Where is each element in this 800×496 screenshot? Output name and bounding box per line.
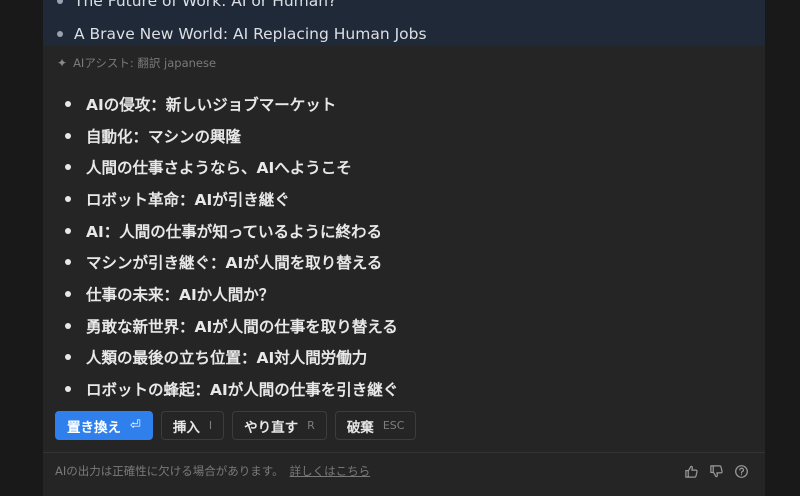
action-buttons: 置き換え ⏎ 挿入 I やり直す R 破棄 ESC (55, 411, 417, 440)
ai-assist-header: ✦ AIアシスト: 翻訳 japanese (57, 54, 216, 72)
document-bullet[interactable]: The Future of Work: AI or Human? (57, 0, 336, 14)
bullet-dot (65, 386, 71, 393)
bullet-dot (65, 132, 71, 139)
bullet-dot (65, 322, 71, 329)
result-item: 自動化：マシンの興隆 (65, 120, 398, 152)
ai-assist-title: AIアシスト: 翻訳 japanese (73, 56, 217, 70)
bullet-dot (65, 227, 71, 234)
result-text: AIの侵攻：新しいジョブマーケット (86, 95, 337, 114)
result-item: マシンが引き継ぐ：AIが人間を取り替える (65, 246, 398, 278)
document-bullet-text: A Brave New World: AI Replacing Human Jo… (74, 25, 427, 43)
result-text: マシンが引き継ぐ：AIが人間を取り替える (86, 254, 383, 273)
retry-button-label: やり直す (244, 419, 299, 436)
result-item: ロボット革命：AIが引き継ぐ (65, 183, 398, 215)
result-item: AI：人間の仕事が知っているように終わる (65, 215, 398, 247)
result-item: 人間の仕事さようなら、AIへようこそ (65, 151, 398, 183)
result-text: 仕事の未来：AIか人間か？ (86, 285, 275, 304)
replace-button[interactable]: 置き換え ⏎ (55, 411, 153, 440)
feedback-controls (683, 462, 750, 480)
bullet-dot (57, 0, 63, 4)
result-text: 自動化：マシンの興隆 (86, 127, 242, 146)
result-text: 人間の仕事さようなら、AIへようこそ (86, 159, 352, 178)
thumbs-up-icon[interactable] (683, 463, 700, 480)
disclaimer-text: AIの出力は正確性に欠ける場合があります。 (55, 464, 284, 478)
shortcut-hint: R (307, 419, 315, 432)
learn-more-link[interactable]: 詳しくはこちら (290, 463, 371, 479)
result-item: 仕事の未来：AIか人間か？ (65, 278, 398, 310)
shortcut-hint: ESC (382, 419, 405, 432)
discard-button[interactable]: 破棄 ESC (334, 411, 417, 440)
insert-button[interactable]: 挿入 I (160, 411, 225, 440)
bullet-dot (65, 195, 71, 202)
result-item: ロボットの蜂起：AIが人間の仕事を引き継ぐ (65, 373, 398, 405)
result-item: 勇敢な新世界：AIが人間の仕事を取り替える (65, 310, 398, 342)
document-bullet[interactable]: A Brave New World: AI Replacing Human Jo… (57, 21, 427, 47)
ai-result-list: AIの侵攻：新しいジョブマーケット 自動化：マシンの興隆 人間の仕事さようなら、… (65, 88, 398, 405)
replace-button-label: 置き換え (67, 419, 121, 436)
bullet-dot (65, 354, 71, 361)
shortcut-hint: I (208, 419, 213, 432)
result-item: AIの侵攻：新しいジョブマーケット (65, 88, 398, 120)
footer-divider (43, 452, 765, 453)
result-text: ロボット革命：AIが引き継ぐ (86, 190, 290, 209)
enter-key-icon: ⏎ (130, 418, 141, 433)
result-text: ロボットの蜂起：AIが人間の仕事を引き継ぐ (86, 381, 399, 400)
result-text: 人類の最後の立ち位置：AI対人間労働力 (86, 349, 368, 368)
result-text: AI：人間の仕事が知っているように終わる (86, 222, 382, 241)
sparkle-icon: ✦ (57, 56, 68, 70)
bullet-dot (65, 259, 71, 266)
result-text: 勇敢な新世界：AIが人間の仕事を取り替える (86, 317, 398, 336)
result-item: 人類の最後の立ち位置：AI対人間労働力 (65, 342, 398, 374)
bullet-dot (57, 31, 63, 37)
discard-button-label: 破棄 (346, 419, 374, 436)
insert-button-label: 挿入 (172, 419, 200, 436)
help-icon[interactable] (733, 463, 750, 480)
bullet-dot (65, 290, 71, 297)
ai-disclaimer: AIの出力は正確性に欠ける場合があります。 詳しくはこちら (55, 462, 370, 480)
retry-button[interactable]: やり直す R (232, 411, 327, 440)
thumbs-down-icon[interactable] (708, 463, 725, 480)
bullet-dot (65, 164, 71, 171)
bullet-dot (65, 100, 71, 107)
document-bullet-text: The Future of Work: AI or Human? (74, 0, 337, 10)
